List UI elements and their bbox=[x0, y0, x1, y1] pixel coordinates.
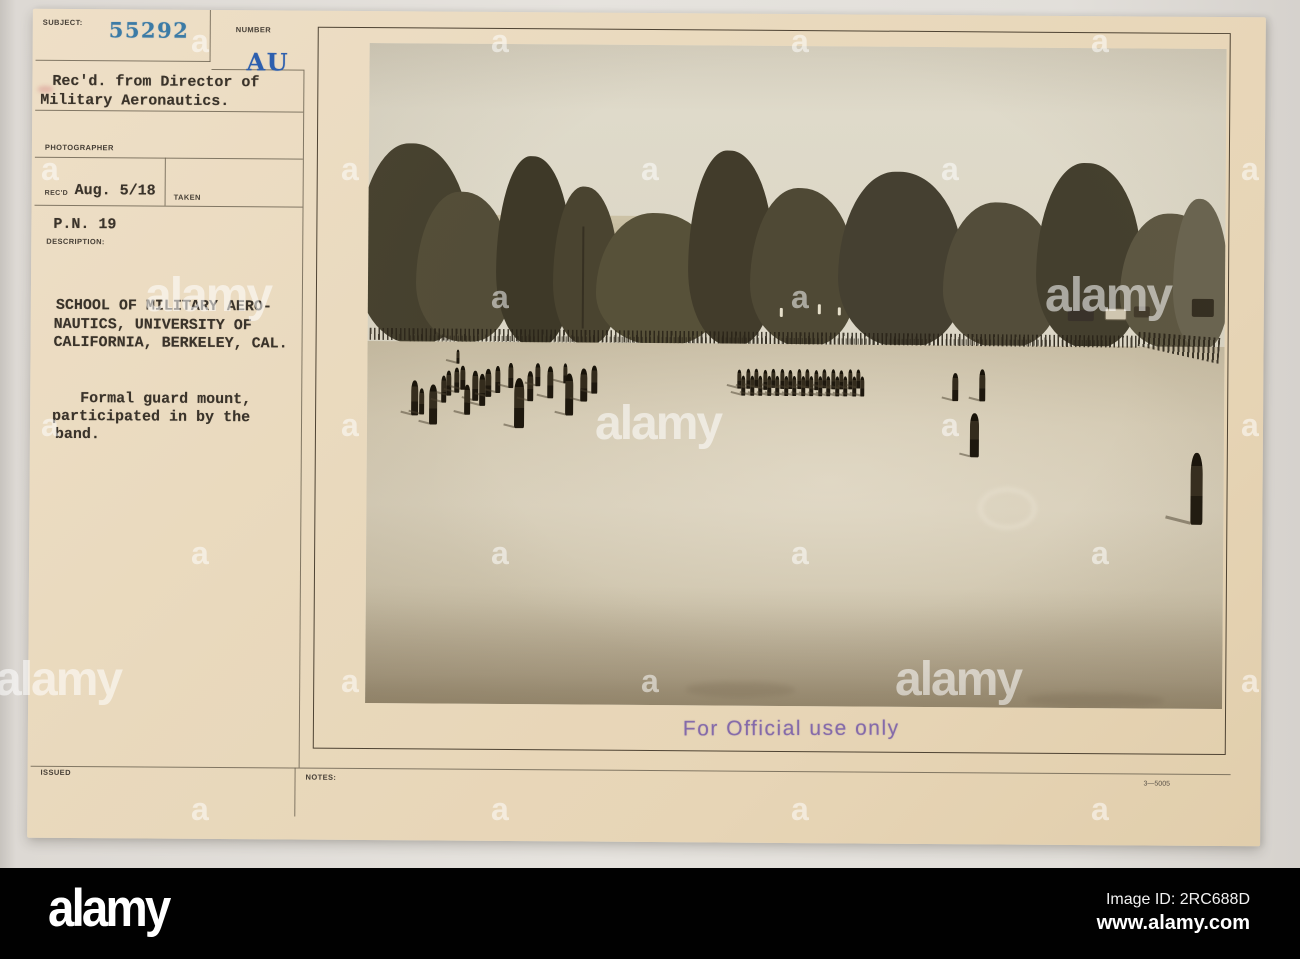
rule-photographer bbox=[34, 156, 303, 160]
description-line3: CALIFORNIA, BERKELEY, CAL. bbox=[53, 333, 288, 353]
description-label: DESCRIPTION: bbox=[46, 236, 105, 247]
rule-subject-box-right bbox=[209, 9, 211, 62]
soldier-figure bbox=[508, 363, 514, 389]
rule-column-divider bbox=[298, 69, 305, 768]
soldier-figure bbox=[527, 371, 534, 402]
soldier-figure bbox=[547, 366, 554, 399]
subject-label: SUBJECT: bbox=[42, 17, 83, 28]
received-note-line2: Military Aeronautics. bbox=[40, 91, 230, 111]
taken-label: TAKEN bbox=[173, 192, 201, 202]
photographer-label: PHOTOGRAPHER bbox=[44, 142, 114, 153]
recd-date: Aug. 5/18 bbox=[74, 182, 156, 200]
footer-bar: alamy Image ID: 2RC688D www.alamy.com bbox=[0, 868, 1300, 959]
soldier-figure bbox=[969, 413, 980, 458]
stock-photo-page: SUBJECT: NUMBER PHOTOGRAPHER REC'D TAKEN… bbox=[0, 0, 1300, 959]
subject-number: 55292 bbox=[108, 17, 190, 43]
pn-number: P.N. 19 bbox=[53, 215, 117, 234]
soldier-figure bbox=[580, 368, 588, 402]
soldier-figure bbox=[472, 370, 479, 401]
issued-label: ISSUED bbox=[40, 767, 71, 777]
recd-label: REC'D bbox=[44, 189, 69, 197]
received-note-line1: Rec'd. from Director of bbox=[52, 72, 260, 92]
rule-issued-notes-divider bbox=[294, 767, 296, 817]
number-stamp-au: AU bbox=[246, 47, 290, 77]
officer-figure bbox=[1190, 452, 1203, 525]
photo-blemish-ring bbox=[978, 487, 1037, 530]
caption-line1: Formal guard mount, bbox=[80, 390, 252, 409]
notes-label: NOTES: bbox=[305, 772, 337, 782]
rule-footer bbox=[30, 765, 1231, 776]
form-number: 3—5005 bbox=[1143, 780, 1171, 788]
formation-figures bbox=[365, 43, 1227, 709]
soldier-figure bbox=[535, 363, 541, 387]
soldier-figure bbox=[513, 378, 525, 429]
soldier-figure bbox=[979, 369, 986, 402]
rule-dates bbox=[34, 204, 303, 208]
number-label: NUMBER bbox=[235, 25, 272, 35]
soldier-figure bbox=[419, 388, 425, 415]
soldier-figure bbox=[495, 365, 501, 393]
rule-subject-box bbox=[35, 59, 211, 62]
caption-line3: band. bbox=[54, 425, 101, 444]
soldier-figure bbox=[591, 365, 598, 394]
soldier-figure bbox=[485, 368, 492, 397]
soldier-figure bbox=[565, 373, 574, 416]
alamy-url: www.alamy.com bbox=[1096, 912, 1250, 934]
image-id: Image ID: 2RC688D bbox=[1105, 891, 1250, 908]
footer-credits: Image ID: 2RC688D www.alamy.com bbox=[1097, 890, 1250, 936]
description-line1: SCHOOL OF MILITARY AERO- bbox=[55, 296, 272, 316]
rule-recd-taken-divider bbox=[164, 157, 166, 206]
soldier-figure bbox=[860, 376, 865, 397]
soldier-figure bbox=[464, 384, 471, 415]
official-use-stamp: For Official use only bbox=[682, 716, 900, 741]
soldier-figure bbox=[952, 373, 959, 402]
parade-photograph bbox=[365, 43, 1227, 710]
alamy-logo: alamy bbox=[48, 878, 171, 938]
archive-card: SUBJECT: NUMBER PHOTOGRAPHER REC'D TAKEN… bbox=[27, 8, 1266, 847]
soldier-figure bbox=[456, 349, 460, 364]
